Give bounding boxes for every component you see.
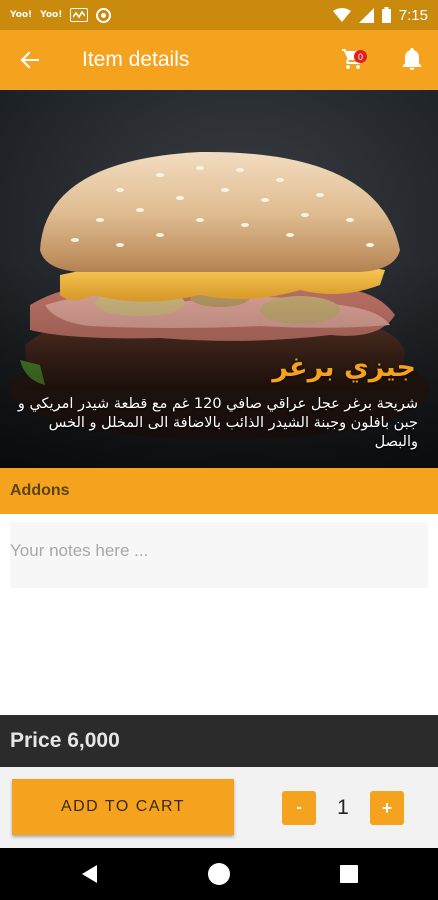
sim-icon: Yoo! xyxy=(40,9,63,20)
app-bar: Item details 0 xyxy=(0,30,438,90)
sim-icon: Yoo! xyxy=(10,9,33,20)
status-time: 7:15 xyxy=(398,6,428,24)
addons-label: Addons xyxy=(10,482,70,499)
activity-icon xyxy=(70,8,89,22)
cart-controls: ADD TO CART - 1 + xyxy=(0,767,438,848)
item-name: جيزي برغر xyxy=(272,352,416,383)
page-title: Item details xyxy=(82,48,190,71)
addons-section-header[interactable]: Addons xyxy=(0,468,438,514)
status-right: 7:15 xyxy=(332,6,428,24)
notes-input[interactable] xyxy=(10,522,428,588)
status-bar: Yoo! Yoo! 7:15 xyxy=(0,0,438,30)
quantity-value: 1 xyxy=(337,796,349,819)
bell-icon xyxy=(402,48,422,70)
nav-home-icon[interactable] xyxy=(208,863,230,885)
item-description: شريحة برغر عجل عراقي صافي 120 غم مع قطعة… xyxy=(17,396,418,450)
nav-back-icon[interactable] xyxy=(80,864,100,884)
nav-recents-icon[interactable] xyxy=(340,865,358,883)
price-text: Price 6,000 xyxy=(10,729,120,752)
item-hero-image: جيزي برغر شريحة برغر عجل عراقي صافي 120 … xyxy=(0,90,438,468)
wifi-icon xyxy=(332,7,351,22)
price-bar: Price 6,000 xyxy=(0,715,438,767)
arrow-back-icon xyxy=(20,51,39,69)
notifications-button[interactable] xyxy=(398,44,426,74)
cart-badge: 0 xyxy=(354,50,367,63)
back-button[interactable] xyxy=(0,30,60,90)
battery-icon xyxy=(381,7,391,23)
quantity-decrease-button[interactable]: - xyxy=(282,791,316,825)
record-icon xyxy=(96,7,112,23)
add-to-cart-button[interactable]: ADD TO CART xyxy=(12,779,234,835)
quantity-increase-button[interactable]: + xyxy=(370,791,404,825)
status-left: Yoo! Yoo! xyxy=(10,7,112,23)
signal-icon xyxy=(358,7,374,23)
system-nav-bar xyxy=(0,848,438,900)
